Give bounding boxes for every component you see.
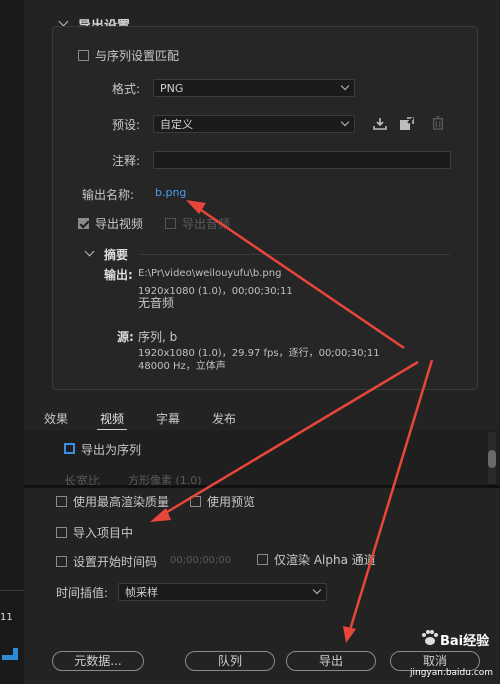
- comment-input[interactable]: [153, 151, 451, 169]
- summary-output-audio: 无音频: [138, 296, 175, 310]
- import-preset-icon[interactable]: [399, 117, 415, 131]
- summary-source-label: 源:: [117, 330, 134, 344]
- scrollbar-thumb[interactable]: [488, 450, 496, 468]
- summary-source-name: 序列, b: [138, 330, 178, 344]
- tab-captions[interactable]: 字幕: [156, 410, 180, 427]
- tab-video[interactable]: 视频: [100, 410, 124, 427]
- preset-label: 预设:: [112, 118, 141, 132]
- export-as-sequence-label: 导出为序列: [81, 443, 142, 457]
- left-panel-strip: [0, 0, 25, 684]
- summary-output-path: E:\Pr\video\weilouyufu\b.png: [138, 268, 282, 279]
- time-interpolation-select[interactable]: 帧采样: [118, 583, 327, 601]
- export-audio-label: 导出音频: [182, 217, 231, 231]
- comment-label: 注释:: [112, 154, 141, 168]
- use-preview-checkbox[interactable]: [190, 496, 201, 507]
- queue-button[interactable]: 队列: [185, 651, 275, 671]
- time-interpolation-value: 帧采样: [125, 586, 158, 599]
- format-value: PNG: [160, 82, 184, 95]
- match-sequence-checkbox[interactable]: [78, 50, 89, 61]
- use-preview-label: 使用预览: [207, 495, 256, 509]
- strip-blue-marker: [2, 648, 18, 660]
- output-name-link[interactable]: b.png: [155, 186, 186, 199]
- summary-output-label: 输出:: [104, 268, 133, 282]
- watermark-url: jingyan.baidu.com: [410, 668, 494, 678]
- chevron-down-icon: [312, 585, 322, 595]
- export-video-label: 导出视频: [95, 217, 144, 231]
- export-as-sequence-checkbox[interactable]: [64, 443, 75, 454]
- metadata-button[interactable]: 元数据...: [52, 651, 144, 671]
- output-name-label: 输出名称:: [82, 188, 135, 202]
- chevron-down-icon: [340, 81, 350, 91]
- alpha-only-checkbox[interactable]: [257, 554, 268, 565]
- preset-value: 自定义: [160, 118, 193, 131]
- set-start-timecode-label: 设置开始时间码: [73, 555, 158, 569]
- baidu-paw-icon: [422, 630, 438, 645]
- settings-tabs: [24, 404, 500, 430]
- export-video-checkbox[interactable]: [78, 218, 89, 229]
- preset-select[interactable]: 自定义: [153, 115, 355, 133]
- set-start-timecode-checkbox[interactable]: [56, 556, 67, 567]
- format-select[interactable]: PNG: [153, 79, 355, 97]
- time-interpolation-label: 时间插值:: [56, 586, 109, 600]
- save-preset-icon[interactable]: [372, 117, 388, 131]
- tab-effects[interactable]: 效果: [44, 410, 68, 427]
- comment-value: [154, 153, 158, 166]
- start-timecode-value[interactable]: 00;00;00;00: [170, 555, 231, 566]
- alpha-only-label: 仅渲染 Alpha 通道: [274, 553, 376, 567]
- max-quality-label: 使用最高渲染质量: [73, 495, 170, 509]
- export-audio-checkbox[interactable]: [165, 218, 176, 229]
- import-to-project-label: 导入项目中: [73, 526, 134, 540]
- tab-publish[interactable]: 发布: [212, 410, 236, 427]
- strip-divider: [0, 590, 24, 591]
- chevron-down-icon[interactable]: [84, 248, 94, 258]
- watermark-brand: Bai经验: [440, 634, 490, 649]
- max-quality-checkbox[interactable]: [56, 496, 67, 507]
- match-sequence-label: 与序列设置匹配: [95, 49, 180, 63]
- format-label: 格式:: [112, 82, 141, 96]
- summary-divider: [140, 254, 450, 255]
- summary-title: 摘要: [104, 248, 129, 262]
- delete-preset-icon[interactable]: [430, 116, 446, 130]
- summary-source-audio: 48000 Hz，立体声: [138, 361, 226, 372]
- import-to-project-checkbox[interactable]: [56, 527, 67, 538]
- chevron-down-icon: [340, 117, 350, 127]
- export-button[interactable]: 导出: [286, 651, 376, 671]
- strip-timecode: 11: [0, 612, 13, 623]
